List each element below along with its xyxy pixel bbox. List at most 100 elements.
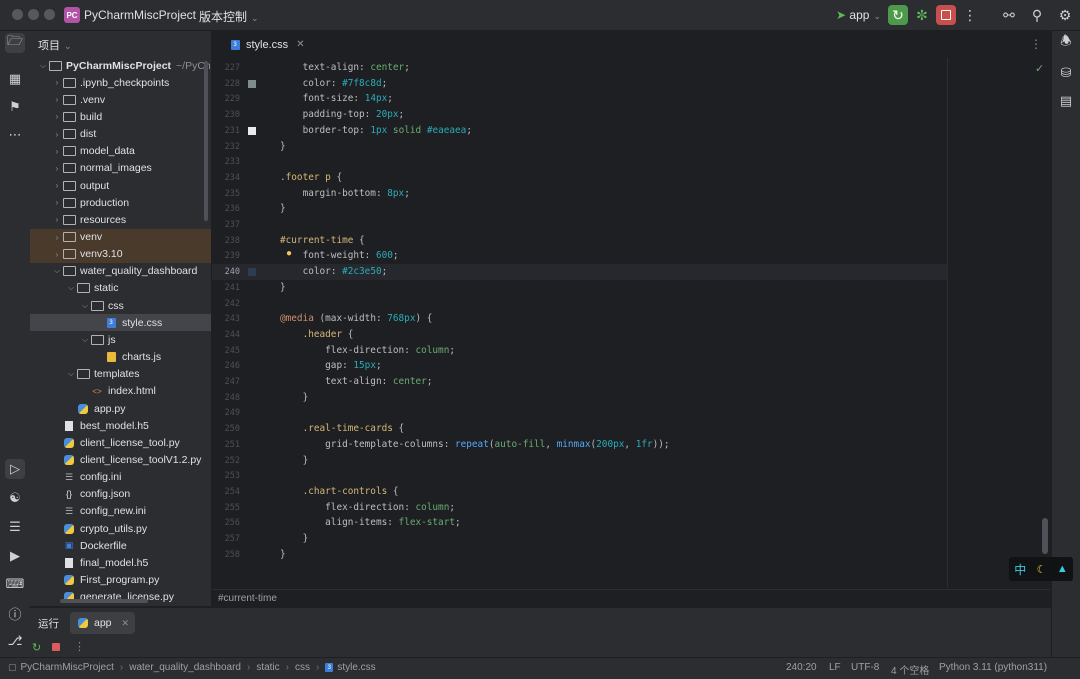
chevron-right-icon[interactable]: › bbox=[52, 164, 62, 173]
tree-item[interactable]: › output bbox=[30, 177, 211, 194]
chevron-down-icon[interactable]: ⌵ bbox=[52, 266, 62, 276]
chevron-down-icon[interactable]: ⌵ bbox=[66, 283, 76, 293]
tree-item[interactable]: ☰ config_new.ini bbox=[30, 503, 211, 520]
tree-item[interactable]: › venv bbox=[30, 228, 211, 246]
tree-item[interactable]: ▣ Dockerfile bbox=[30, 537, 211, 554]
code-line[interactable]: .real-time-cards { bbox=[280, 423, 405, 434]
tree-item[interactable]: crypto_utils.py bbox=[30, 520, 211, 537]
breadcrumb-item[interactable]: #current-time bbox=[218, 593, 277, 604]
minimize-window-button[interactable] bbox=[28, 9, 39, 20]
run-tool-icon[interactable]: ▷ bbox=[5, 459, 25, 479]
project-switcher[interactable]: PyCharmMiscProject ⌄ bbox=[84, 8, 208, 22]
chevron-down-icon[interactable]: ⌵ bbox=[80, 301, 90, 311]
code-line[interactable]: #current-time { bbox=[280, 235, 365, 246]
chevron-right-icon[interactable]: › bbox=[52, 181, 62, 190]
code-line[interactable]: border-top: 1px solid #eaeaea; bbox=[280, 125, 472, 136]
git-icon[interactable]: ⎇ bbox=[5, 631, 25, 651]
code-line[interactable]: gap: 15px; bbox=[280, 360, 381, 371]
tab-style-css[interactable]: 3 style.css ✕ bbox=[222, 31, 311, 60]
tree-item[interactable]: › dist bbox=[30, 126, 211, 143]
code-line[interactable]: .footer p { bbox=[280, 172, 342, 183]
close-tab-icon[interactable]: ✕ bbox=[122, 618, 130, 629]
code-line[interactable]: } bbox=[280, 141, 286, 152]
tree-horizontal-scrollbar[interactable] bbox=[60, 599, 148, 603]
python-interpreter[interactable]: Python 3.11 (python311) bbox=[939, 662, 1047, 673]
python-console-icon[interactable]: ☯ bbox=[5, 488, 25, 508]
chevron-down-icon[interactable]: ⌵ bbox=[80, 335, 90, 345]
tree-item[interactable]: ⌵ js bbox=[30, 331, 211, 348]
more-tools-icon[interactable]: ⋯ bbox=[5, 125, 25, 145]
bookmarks-icon[interactable]: ⚑ bbox=[5, 97, 25, 117]
rerun-icon[interactable]: ↻ bbox=[32, 641, 41, 654]
code-line[interactable]: color: #2c3e50; bbox=[280, 266, 388, 277]
tree-item[interactable]: client_license_toolV1.2.py bbox=[30, 451, 211, 468]
status-breadcrumb-item[interactable]: style.css bbox=[337, 662, 375, 673]
code-line[interactable]: } bbox=[280, 392, 309, 403]
code-editor[interactable]: 227 text-align: center; 228 color: #7f8c8… bbox=[212, 58, 1050, 588]
tree-item[interactable]: 3 style.css bbox=[30, 314, 211, 332]
file-encoding[interactable]: UTF-8 bbox=[851, 662, 879, 673]
tree-item[interactable]: best_model.h5 bbox=[30, 417, 211, 434]
indent-setting[interactable]: 4 个空格 bbox=[891, 662, 929, 677]
chevron-down-icon[interactable]: ⌵ bbox=[66, 369, 76, 379]
intention-bulb-icon[interactable]: ● bbox=[286, 248, 292, 259]
chevron-right-icon[interactable]: › bbox=[52, 198, 62, 207]
code-line[interactable]: @media (max-width: 768px) { bbox=[280, 313, 432, 324]
code-line[interactable]: } bbox=[280, 455, 309, 466]
color-swatch-icon[interactable] bbox=[248, 268, 256, 277]
tree-item[interactable]: › model_data bbox=[30, 143, 211, 160]
more-actions-icon[interactable]: ⋮ bbox=[960, 5, 980, 25]
tab-options-icon[interactable]: ⋮ bbox=[1030, 37, 1042, 51]
code-line[interactable]: text-align: center; bbox=[280, 62, 410, 73]
tree-item[interactable]: › .venv bbox=[30, 91, 211, 108]
sciview-icon[interactable]: ▤ bbox=[1056, 91, 1076, 111]
tree-item[interactable]: <> index.html bbox=[30, 383, 211, 400]
tree-item[interactable]: ⌵ water_quality_dashboard bbox=[30, 263, 211, 280]
close-window-button[interactable] bbox=[12, 9, 23, 20]
tree-item[interactable]: ⌵ css bbox=[30, 297, 211, 314]
chevron-right-icon[interactable]: › bbox=[52, 95, 62, 104]
code-line[interactable]: flex-direction: column; bbox=[280, 345, 455, 356]
code-line[interactable]: padding-top: 20px; bbox=[280, 109, 405, 120]
code-line[interactable]: .chart-controls { bbox=[280, 486, 399, 497]
tree-item[interactable]: › build bbox=[30, 108, 211, 125]
code-line[interactable]: color: #7f8c8d; bbox=[280, 78, 388, 89]
color-swatch-icon[interactable] bbox=[248, 79, 256, 88]
run-tab-app[interactable]: app ✕ bbox=[70, 612, 136, 634]
editor-scrollbar[interactable] bbox=[1042, 518, 1048, 554]
tree-item[interactable]: › .ipynb_checkpoints bbox=[30, 74, 211, 91]
status-breadcrumb-item[interactable]: css bbox=[295, 662, 310, 673]
run-config-selector[interactable]: ➤ app ⌄ bbox=[836, 8, 881, 22]
color-swatch-icon[interactable] bbox=[248, 126, 256, 135]
chevron-right-icon[interactable]: › bbox=[52, 147, 62, 156]
inspection-ok-icon[interactable]: ✓ bbox=[1035, 62, 1044, 75]
tree-item[interactable]: ⌵PyCharmMiscProject~/PyCha bbox=[30, 57, 211, 74]
tree-item[interactable]: › production bbox=[30, 194, 211, 211]
tree-item[interactable]: {} config.json bbox=[30, 486, 211, 503]
settings-gear-icon[interactable]: ⚙ bbox=[1055, 5, 1075, 25]
tree-item[interactable]: ☰ config.ini bbox=[30, 469, 211, 486]
problems-icon[interactable]: ⓘ bbox=[5, 603, 25, 623]
structure-icon[interactable]: ▦ bbox=[5, 69, 25, 89]
code-line[interactable]: } bbox=[280, 282, 286, 293]
rerun-button[interactable]: ↻ bbox=[888, 5, 908, 25]
code-line[interactable]: align-items: flex-start; bbox=[280, 517, 461, 528]
tree-item[interactable]: final_model.h5 bbox=[30, 554, 211, 571]
tree-item[interactable]: client_license_tool.py bbox=[30, 434, 211, 451]
search-icon[interactable]: ⚲ bbox=[1027, 5, 1047, 25]
code-line[interactable]: font-weight: 600; bbox=[280, 250, 399, 261]
database-icon[interactable]: ⛁ bbox=[1056, 63, 1076, 83]
vcs-menu[interactable]: 版本控制 ⌄ bbox=[199, 8, 259, 25]
project-panel-title[interactable]: 项目 ⌄ bbox=[38, 37, 72, 53]
chevron-right-icon[interactable]: › bbox=[52, 112, 62, 121]
more-actions-icon[interactable]: ⋮ bbox=[74, 640, 85, 653]
tree-item[interactable]: › resources bbox=[30, 211, 211, 228]
services-icon[interactable]: ▶ bbox=[5, 546, 25, 566]
chevron-right-icon[interactable]: › bbox=[52, 130, 62, 139]
ime-indicator[interactable]: 中 ☾ ▲ bbox=[1009, 557, 1073, 581]
code-line[interactable]: } bbox=[280, 533, 309, 544]
maximize-window-button[interactable] bbox=[44, 9, 55, 20]
tree-item[interactable]: First_program.py bbox=[30, 572, 211, 589]
code-line[interactable]: flex-direction: column; bbox=[280, 502, 455, 513]
chevron-right-icon[interactable]: › bbox=[52, 250, 62, 259]
